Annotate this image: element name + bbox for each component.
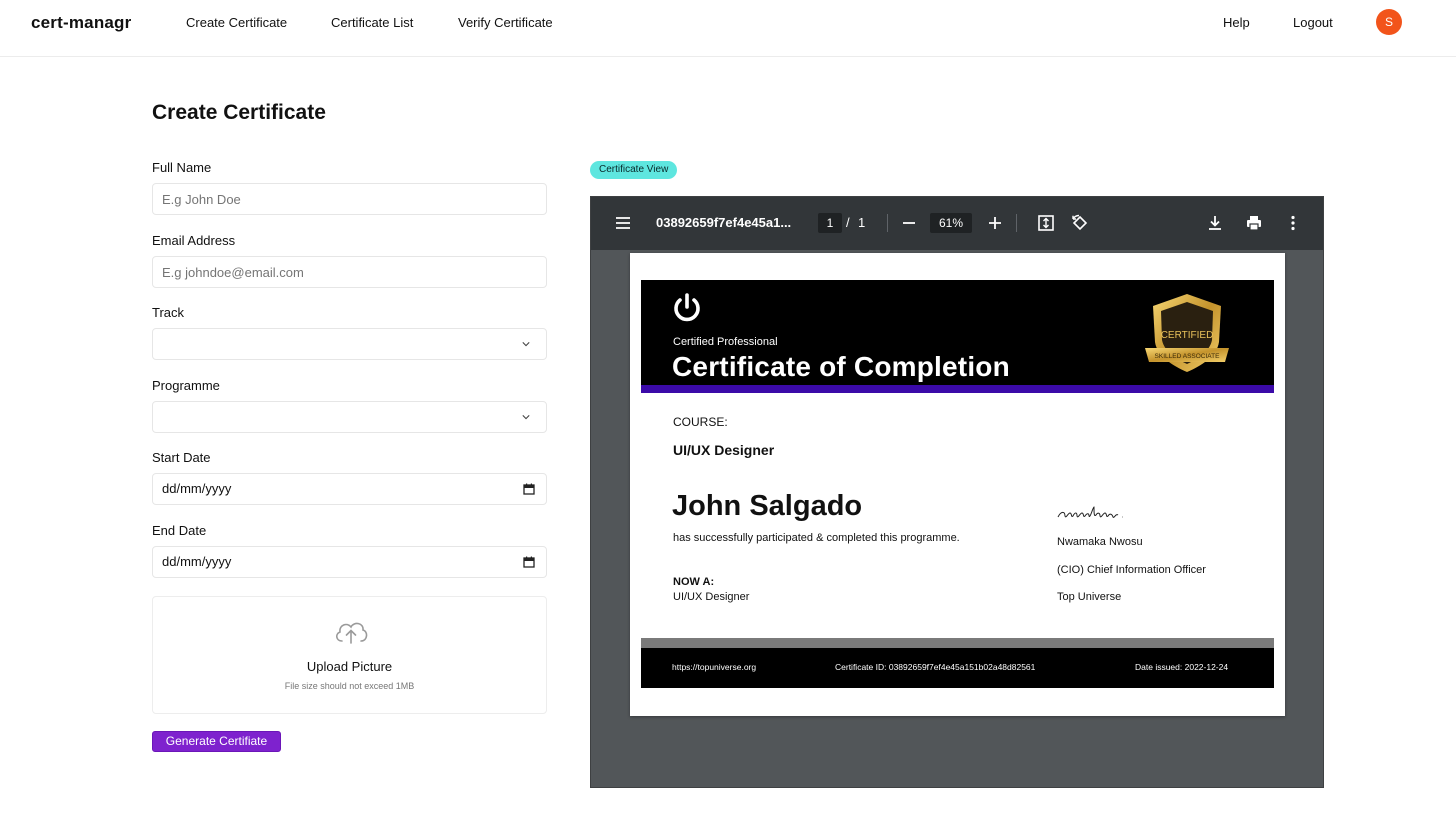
end-date-input[interactable]: dd/mm/yyyy xyxy=(152,546,547,578)
programme-label: Programme xyxy=(152,378,220,393)
brand-logo[interactable]: cert-managr xyxy=(31,13,131,33)
signer-organization: Top Universe xyxy=(1057,591,1122,603)
footer-website: https://topuniverse.org xyxy=(672,662,757,672)
more-vert-icon[interactable] xyxy=(1284,214,1302,232)
recipient-name: John Salgado xyxy=(672,490,863,522)
signer-name: Nwamaka Nwosu xyxy=(1057,536,1143,548)
certificate-page: Certified Professional Certificate of Co… xyxy=(630,253,1285,716)
header-stripe xyxy=(641,385,1274,393)
start-date-value: dd/mm/yyyy xyxy=(162,481,232,496)
pdf-filename: 03892659f7ef4e45a1... xyxy=(656,215,792,230)
pdf-toolbar: 03892659f7ef4e45a1... 1 / 1 61% xyxy=(591,197,1323,250)
certificate-view-badge: Certificate View xyxy=(590,161,678,179)
end-date-value: dd/mm/yyyy xyxy=(162,554,232,569)
track-label: Track xyxy=(152,305,185,320)
menu-icon[interactable] xyxy=(614,214,632,232)
print-icon[interactable] xyxy=(1245,214,1263,232)
page-total: 1 xyxy=(858,215,866,230)
upload-title: Upload Picture xyxy=(306,659,393,674)
certificate-title: Certificate of Completion xyxy=(672,351,1010,382)
generate-certificate-button[interactable]: Generate Certifiate xyxy=(152,731,281,752)
toolbar-divider xyxy=(887,214,888,232)
fit-page-icon[interactable] xyxy=(1037,214,1055,232)
calendar-icon[interactable] xyxy=(523,556,535,568)
certified-badge-icon: CERTIFIED SKILLED ASSOCIATE xyxy=(1145,294,1229,372)
top-navbar: cert-managr Create Certificate Certifica… xyxy=(0,0,1456,57)
nav-certificate-list[interactable]: Certificate List xyxy=(331,15,413,30)
page-number-input[interactable]: 1 xyxy=(818,213,842,233)
page-title: Create Certificate xyxy=(152,101,326,124)
programme-select[interactable] xyxy=(152,401,547,433)
nav-create-certificate[interactable]: Create Certificate xyxy=(186,15,287,30)
full-name-label: Full Name xyxy=(152,160,212,175)
email-input[interactable] xyxy=(152,256,547,288)
email-label: Email Address xyxy=(152,233,236,248)
track-select[interactable] xyxy=(152,328,547,360)
footer-gray-band xyxy=(641,638,1274,648)
signature-icon xyxy=(1057,506,1123,518)
course-label: COURSE: xyxy=(673,415,728,429)
pdf-viewer: 03892659f7ef4e45a1... 1 / 1 61% Certifie… xyxy=(590,196,1324,788)
nav-help[interactable]: Help xyxy=(1223,15,1250,30)
page-separator: / xyxy=(846,215,850,230)
badge-text: CERTIFIED xyxy=(1161,330,1214,341)
course-name: UI/UX Designer xyxy=(673,442,775,458)
zoom-in-icon[interactable] xyxy=(986,214,1004,232)
toolbar-divider xyxy=(1016,214,1017,232)
zoom-level[interactable]: 61% xyxy=(930,213,972,233)
certificate-subtitle: Certified Professional xyxy=(673,336,778,348)
nav-logout[interactable]: Logout xyxy=(1293,15,1333,30)
badge-ribbon-text: SKILLED ASSOCIATE xyxy=(1155,353,1221,360)
calendar-icon[interactable] xyxy=(523,483,535,495)
completion-statement: has successfully participated & complete… xyxy=(673,532,960,544)
full-name-input[interactable] xyxy=(152,183,547,215)
cloud-upload-icon xyxy=(336,622,368,644)
rotate-icon[interactable] xyxy=(1071,214,1089,232)
chevron-down-icon xyxy=(522,415,530,420)
start-date-label: Start Date xyxy=(152,450,211,465)
download-icon[interactable] xyxy=(1206,214,1224,232)
chevron-down-icon xyxy=(522,342,530,347)
now-a-value: UI/UX Designer xyxy=(673,591,750,603)
user-avatar[interactable]: S xyxy=(1376,9,1402,35)
start-date-input[interactable]: dd/mm/yyyy xyxy=(152,473,547,505)
nav-verify-certificate[interactable]: Verify Certificate xyxy=(458,15,553,30)
upload-dropzone[interactable]: Upload Picture File size should not exce… xyxy=(152,596,547,714)
footer-date-issued: Date issued: 2022-12-24 xyxy=(1135,662,1229,672)
footer-certificate-id: Certificate ID: 03892659f7ef4e45a151b02a… xyxy=(835,662,1036,672)
now-a-label: NOW A: xyxy=(673,576,715,588)
signer-role: (CIO) Chief Information Officer xyxy=(1057,564,1206,576)
certificate-footer: https://topuniverse.org Certificate ID: … xyxy=(641,648,1274,688)
end-date-label: End Date xyxy=(152,523,207,538)
upload-hint: File size should not exceed 1MB xyxy=(284,681,415,691)
certificate-header: Certified Professional Certificate of Co… xyxy=(641,280,1274,393)
zoom-out-icon[interactable] xyxy=(900,214,918,232)
power-logo-icon xyxy=(674,293,700,322)
